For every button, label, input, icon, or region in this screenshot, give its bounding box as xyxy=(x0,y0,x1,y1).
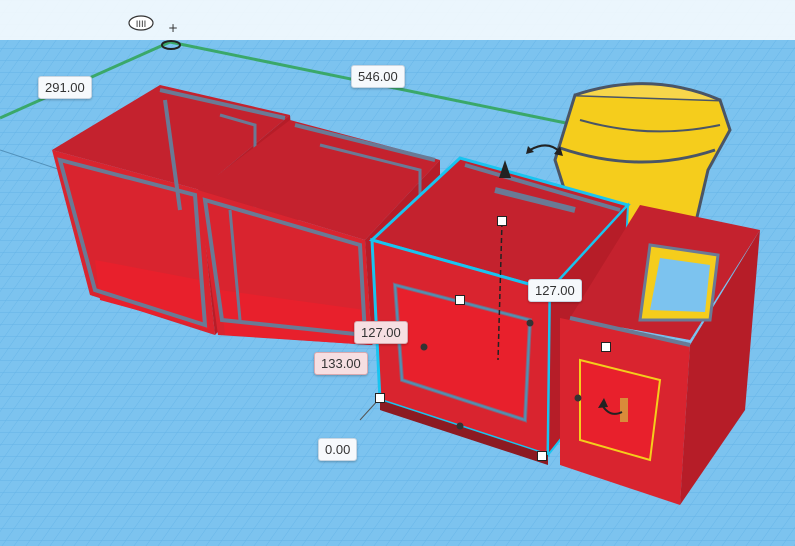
corner-handle-front-right[interactable] xyxy=(537,451,547,461)
dimension-length-total[interactable]: 546.00 xyxy=(351,65,405,88)
workplane-canvas[interactable]: IIII + 291.00 546.00 127.00 127.00 133.0… xyxy=(0,0,795,546)
dimension-elevation[interactable]: 0.00 xyxy=(318,438,358,461)
corner-handle-back-left[interactable] xyxy=(455,295,465,305)
svg-text:IIII: IIII xyxy=(136,20,147,30)
sky-band xyxy=(0,0,795,40)
dimension-selected-width[interactable]: 127.00 xyxy=(528,279,582,302)
corner-handle-back-right[interactable] xyxy=(601,342,611,352)
side-handle-dot[interactable] xyxy=(420,343,428,351)
right-handle-dot[interactable] xyxy=(574,394,582,402)
svg-text:+: + xyxy=(168,21,178,35)
dimension-selected-height[interactable]: 133.00 xyxy=(314,352,368,375)
back-handle-dot[interactable] xyxy=(526,319,534,327)
dimension-width-total[interactable]: 291.00 xyxy=(38,76,92,99)
height-handle[interactable] xyxy=(497,216,507,226)
small-handle-object[interactable] xyxy=(620,398,628,422)
dimension-selected-depth[interactable]: 127.00 xyxy=(354,321,408,344)
corner-handle-front-left[interactable] xyxy=(375,393,385,403)
bottom-handle-dot[interactable] xyxy=(456,422,464,430)
